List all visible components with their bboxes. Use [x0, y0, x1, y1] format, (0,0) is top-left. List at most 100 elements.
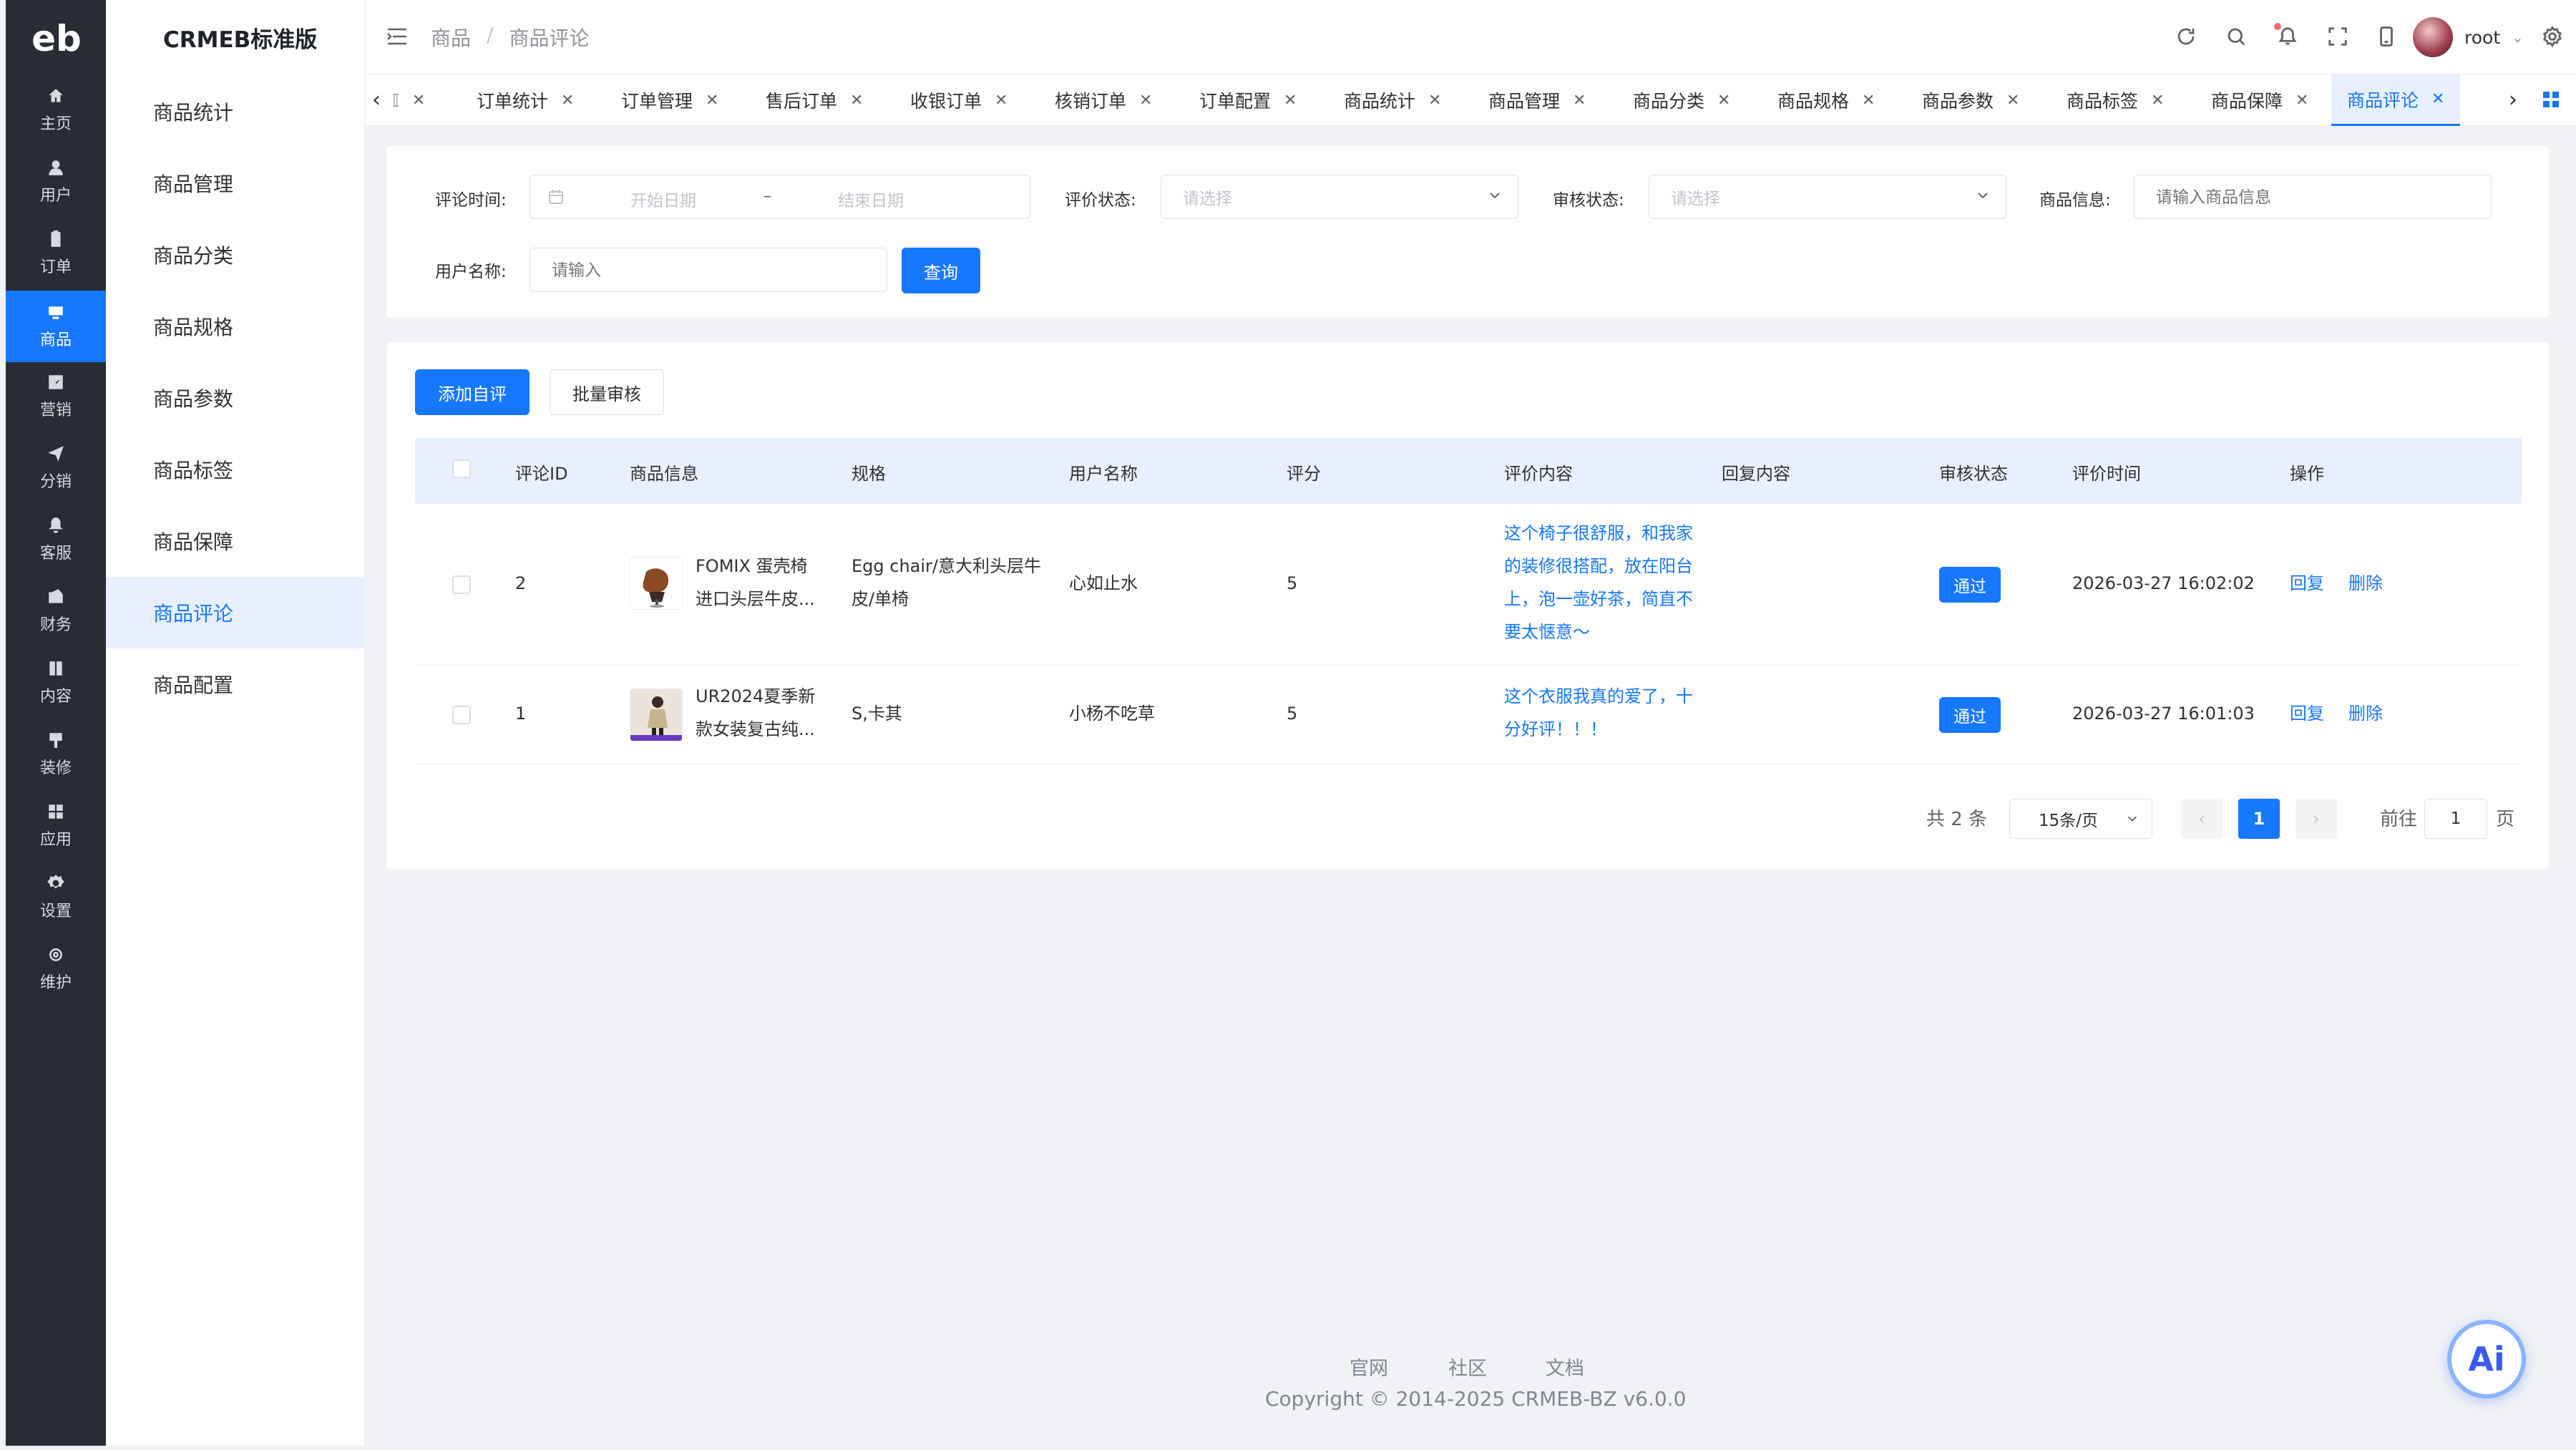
- date-range-picker[interactable]: 开始日期 – 结束日期: [530, 175, 1030, 219]
- tab-product-params[interactable]: 商品参数 ✕: [1906, 74, 2035, 126]
- close-icon[interactable]: ✕: [850, 92, 863, 110]
- reply-link[interactable]: 回复: [2290, 567, 2324, 600]
- rail-item-settings[interactable]: 设置: [6, 863, 106, 932]
- tab-label: 订单管理: [621, 91, 693, 112]
- close-icon[interactable]: ✕: [995, 92, 1008, 110]
- reply-link[interactable]: 回复: [2290, 697, 2324, 730]
- next-page-button[interactable]: ›: [2296, 799, 2337, 839]
- add-review-button[interactable]: 添加自评: [415, 369, 530, 415]
- tab-cashier[interactable]: 收银订单 ✕: [894, 74, 1023, 126]
- subnav-item-manage[interactable]: 商品管理: [106, 147, 365, 219]
- close-icon[interactable]: ✕: [1428, 92, 1441, 110]
- subnav-item-guarantee[interactable]: 商品保障: [106, 505, 365, 577]
- tab-product-spec[interactable]: 商品规格 ✕: [1762, 74, 1890, 126]
- review-status-select[interactable]: 请选择: [1161, 175, 1518, 219]
- delete-link[interactable]: 删除: [2348, 567, 2383, 600]
- user-avatar[interactable]: [2413, 17, 2453, 57]
- tabs-scroll-left-icon[interactable]: ‹: [372, 87, 381, 112]
- product-thumbnail[interactable]: [630, 688, 683, 741]
- refresh-icon[interactable]: [2174, 24, 2198, 49]
- audit-status-select[interactable]: 请选择: [1649, 175, 2006, 219]
- tab-product-tags[interactable]: 商品标签 ✕: [2051, 74, 2180, 126]
- settings-gear-icon[interactable]: [2540, 24, 2565, 49]
- subnav-item-reviews[interactable]: 商品评论: [106, 577, 365, 648]
- tab-product-stats[interactable]: 商品统计 ✕: [1328, 74, 1457, 126]
- tab-order-stats[interactable]: 订单统计 ✕: [461, 74, 590, 126]
- rail-item-finance[interactable]: 财务: [6, 577, 106, 646]
- rail-item-content[interactable]: 内容: [6, 648, 106, 717]
- row-checkbox[interactable]: [452, 706, 471, 724]
- subnav-item-spec[interactable]: 商品规格: [106, 291, 365, 362]
- close-icon[interactable]: ✕: [1573, 92, 1586, 110]
- tab-overflow-partial[interactable]: 𝕀 ✕: [386, 74, 431, 126]
- subnav-item-stats[interactable]: 商品统计: [106, 76, 365, 147]
- close-icon[interactable]: ✕: [412, 92, 425, 110]
- prev-page-button[interactable]: ‹: [2181, 799, 2223, 839]
- close-icon[interactable]: ✕: [1139, 92, 1152, 110]
- delete-link[interactable]: 删除: [2348, 697, 2383, 730]
- brand-logo[interactable]: eb: [31, 17, 82, 60]
- end-date-input[interactable]: 结束日期: [838, 187, 904, 211]
- row-checkbox[interactable]: [452, 575, 471, 594]
- tabs-scroll-right-icon[interactable]: ›: [2509, 87, 2517, 112]
- rail-item-apps[interactable]: 应用: [6, 792, 106, 860]
- subnav-item-tags[interactable]: 商品标签: [106, 434, 365, 505]
- page-size-select[interactable]: 15条/页: [2009, 799, 2152, 839]
- footer-link-official[interactable]: 官网: [1350, 1353, 1388, 1381]
- fullscreen-icon[interactable]: [2326, 24, 2350, 49]
- rail-item-marketing[interactable]: 营销: [6, 362, 106, 431]
- rail-item-user[interactable]: 用户: [6, 147, 106, 216]
- start-date-input[interactable]: 开始日期: [630, 187, 696, 211]
- rail-item-product[interactable]: 商品: [6, 291, 106, 362]
- page-1-button[interactable]: 1: [2238, 799, 2280, 839]
- ai-assistant-button[interactable]: Ai: [2447, 1320, 2526, 1398]
- select-all-checkbox[interactable]: [452, 459, 471, 478]
- breadcrumb-parent[interactable]: 商品: [431, 23, 471, 52]
- mobile-preview-icon[interactable]: [2374, 24, 2399, 49]
- rail-label: 主页: [39, 115, 72, 133]
- user-name[interactable]: root: [2464, 27, 2500, 48]
- subnav-item-category[interactable]: 商品分类: [106, 219, 365, 291]
- close-icon[interactable]: ✕: [2431, 90, 2444, 108]
- subnav-item-config[interactable]: 商品配置: [106, 648, 365, 720]
- user-name-input[interactable]: [530, 248, 887, 292]
- table-row: 2 FOMIX 蛋壳椅 进口头层牛皮... Egg chair/意大利头层牛 皮…: [415, 504, 2522, 666]
- tab-order-config[interactable]: 订单配置 ✕: [1184, 74, 1312, 126]
- query-button[interactable]: 查询: [902, 248, 980, 293]
- close-icon[interactable]: ✕: [2296, 92, 2308, 110]
- col-user-name: 用户名称: [1069, 464, 1138, 484]
- rail-item-decoration[interactable]: 装修: [6, 720, 106, 789]
- tab-product-guarantee[interactable]: 商品保障 ✕: [2195, 74, 2324, 126]
- search-icon[interactable]: [2224, 24, 2248, 49]
- close-icon[interactable]: ✕: [561, 92, 574, 110]
- menu-toggle-icon[interactable]: [386, 27, 408, 46]
- tabs-menu-grid-icon[interactable]: [2543, 92, 2559, 107]
- batch-audit-button[interactable]: 批量审核: [550, 369, 664, 415]
- close-icon[interactable]: ✕: [1284, 92, 1297, 110]
- review-line: 要太惬意～: [1504, 622, 1590, 642]
- tab-product-category[interactable]: 商品分类 ✕: [1617, 74, 1746, 126]
- tab-product-manage[interactable]: 商品管理 ✕: [1473, 74, 1601, 126]
- product-info-input[interactable]: [2134, 175, 2492, 219]
- tab-aftersale[interactable]: 售后订单 ✕: [750, 74, 879, 126]
- tab-order-manage[interactable]: 订单管理 ✕: [605, 74, 734, 126]
- rail-item-home[interactable]: 主页: [6, 76, 106, 145]
- close-icon[interactable]: ✕: [2151, 92, 2164, 110]
- chevron-down-icon[interactable]: ⌄: [2512, 29, 2524, 46]
- goto-page-input[interactable]: 1: [2424, 799, 2487, 839]
- footer-link-docs[interactable]: 文档: [1546, 1353, 1584, 1381]
- rail-item-distribution[interactable]: 分销: [6, 434, 106, 502]
- rail-item-service[interactable]: 客服: [6, 505, 106, 574]
- tab-product-reviews[interactable]: 商品评论 ✕: [2331, 74, 2461, 126]
- tab-verify[interactable]: 核销订单 ✕: [1039, 74, 1168, 126]
- footer-link-community[interactable]: 社区: [1448, 1353, 1487, 1381]
- rail-item-maintenance[interactable]: 维护: [6, 935, 106, 1003]
- brand-title: CRMEB标准版: [163, 27, 318, 53]
- close-icon[interactable]: ✕: [1862, 92, 1875, 110]
- rail-item-order[interactable]: 订单: [6, 219, 106, 288]
- subnav-item-params[interactable]: 商品参数: [106, 362, 365, 434]
- product-thumbnail[interactable]: [630, 557, 683, 610]
- close-icon[interactable]: ✕: [1717, 92, 1730, 110]
- close-icon[interactable]: ✕: [706, 92, 718, 110]
- close-icon[interactable]: ✕: [2006, 92, 2019, 110]
